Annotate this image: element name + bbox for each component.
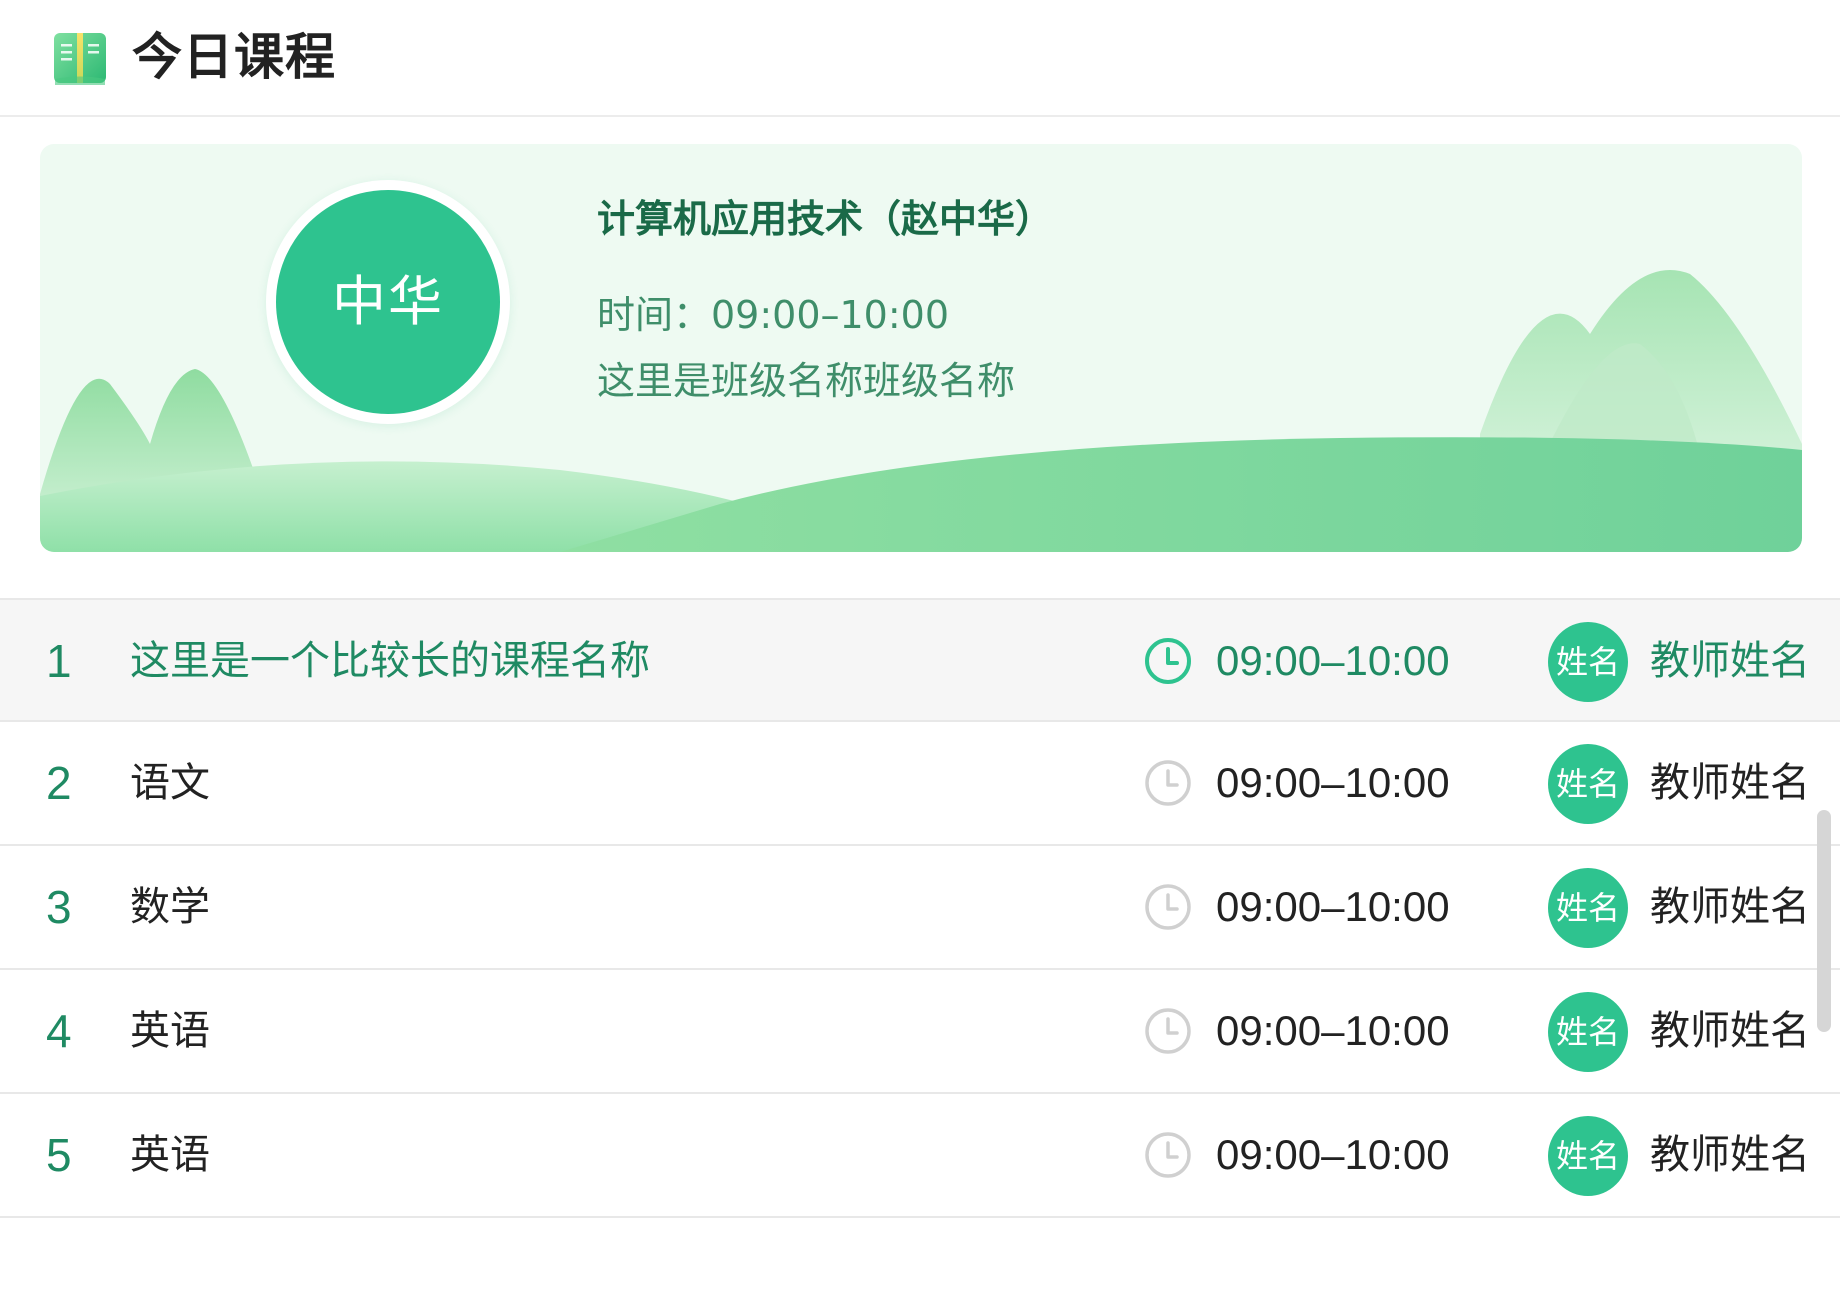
course-index: 5 xyxy=(46,1129,72,1181)
clock-icon xyxy=(1145,760,1191,806)
current-course-class: 这里是班级名称班级名称 xyxy=(597,359,1016,403)
teacher-avatar: 姓名 xyxy=(1548,622,1628,702)
scrollbar-thumb[interactable] xyxy=(1817,810,1831,1032)
teacher-name: 教师姓名 xyxy=(1650,1008,1810,1054)
course-list: 1 这里是一个比较长的课程名称 09:00–10:00 姓名 教师姓名 2 语文… xyxy=(0,598,1840,1218)
course-row-2[interactable]: 2 语文 09:00–10:00 姓名 教师姓名 xyxy=(0,722,1840,846)
teacher-name: 教师姓名 xyxy=(1650,760,1810,806)
course-index: 3 xyxy=(46,881,72,933)
teacher-avatar: 姓名 xyxy=(1548,1116,1628,1196)
current-course-time: 时间：09:00–10:00 xyxy=(597,293,950,337)
course-row-4[interactable]: 4 英语 09:00–10:00 姓名 教师姓名 xyxy=(0,970,1840,1094)
course-index: 1 xyxy=(46,635,72,687)
course-time: 09:00–10:00 xyxy=(1216,1131,1450,1178)
clock-icon xyxy=(1145,884,1191,930)
clock-icon xyxy=(1145,638,1191,684)
course-teacher-avatar: 中华 xyxy=(266,180,510,424)
clock-icon xyxy=(1145,1008,1191,1054)
app-root: 今日课程 中华 计算机应用技术（赵中华） 时间：09:00–10:00 这里是班… xyxy=(0,0,1840,1296)
course-time: 09:00–10:00 xyxy=(1216,759,1450,806)
course-name: 英语 xyxy=(130,1008,210,1054)
current-course-card[interactable]: 中华 计算机应用技术（赵中华） 时间：09:00–10:00 这里是班级名称班级… xyxy=(40,144,1802,552)
clock-icon xyxy=(1145,1132,1191,1178)
course-name: 英语 xyxy=(130,1132,210,1178)
course-time: 09:00–10:00 xyxy=(1216,883,1450,930)
page-title: 今日课程 xyxy=(132,28,336,86)
teacher-avatar: 姓名 xyxy=(1548,744,1628,824)
course-index: 4 xyxy=(46,1005,72,1057)
course-time: 09:00–10:00 xyxy=(1216,637,1450,684)
course-name: 语文 xyxy=(130,760,210,806)
course-name: 数学 xyxy=(130,884,210,930)
teacher-name: 教师姓名 xyxy=(1650,1132,1810,1178)
course-row-1[interactable]: 1 这里是一个比较长的课程名称 09:00–10:00 姓名 教师姓名 xyxy=(0,598,1840,722)
teacher-avatar: 姓名 xyxy=(1548,868,1628,948)
course-index: 2 xyxy=(46,757,72,809)
book-icon xyxy=(54,33,106,85)
header: 今日课程 xyxy=(0,0,1840,117)
course-name: 这里是一个比较长的课程名称 xyxy=(130,638,650,684)
course-row-5[interactable]: 5 英语 09:00–10:00 姓名 教师姓名 xyxy=(0,1094,1840,1218)
teacher-avatar: 姓名 xyxy=(1548,992,1628,1072)
teacher-name: 教师姓名 xyxy=(1650,638,1810,684)
course-row-3[interactable]: 3 数学 09:00–10:00 姓名 教师姓名 xyxy=(0,846,1840,970)
course-time: 09:00–10:00 xyxy=(1216,1007,1450,1054)
current-course-title: 计算机应用技术（赵中华） xyxy=(597,197,1054,241)
teacher-name: 教师姓名 xyxy=(1650,884,1810,930)
course-teacher-avatar-text: 中华 xyxy=(276,190,500,414)
